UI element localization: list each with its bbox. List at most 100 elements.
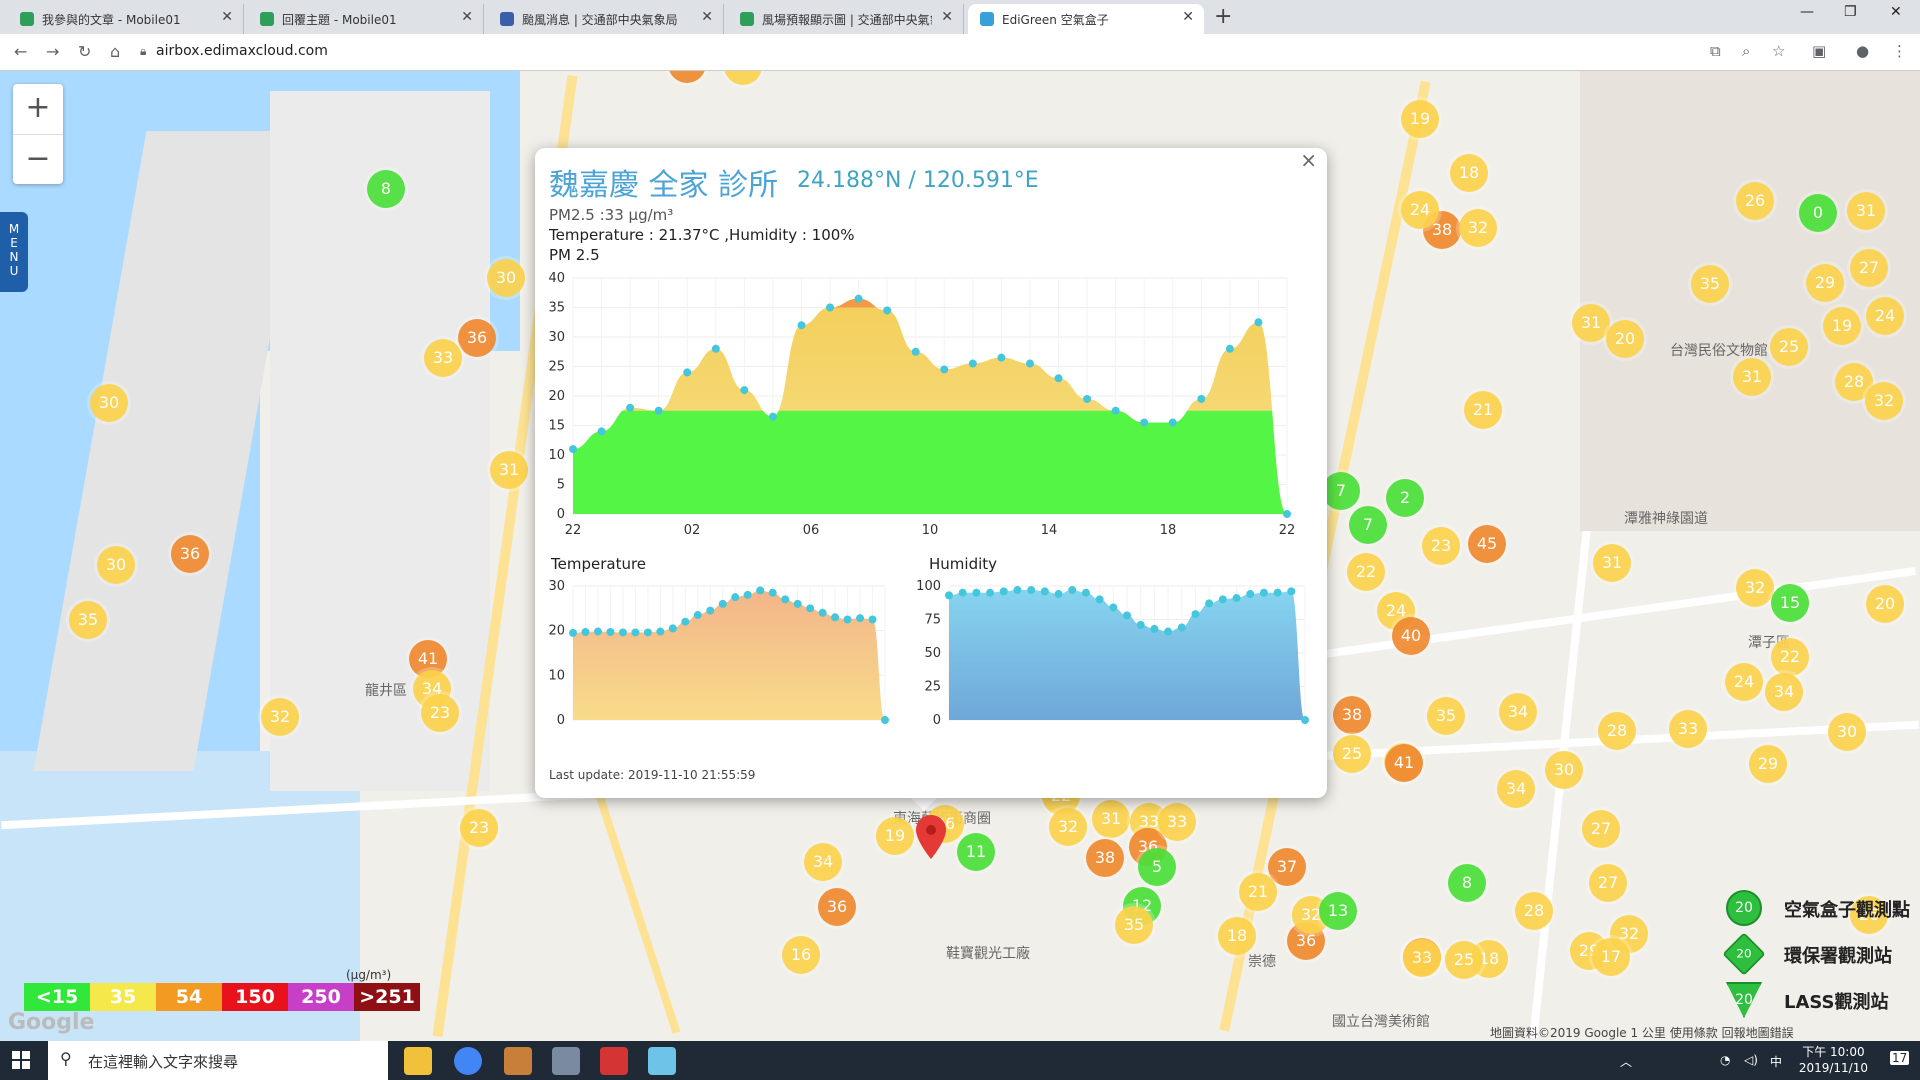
sensor-reading-bubble[interactable]: 47: [668, 71, 706, 83]
sensor-reading-bubble[interactable]: 35: [1427, 697, 1465, 735]
sensor-reading-bubble[interactable]: 35: [69, 601, 107, 639]
sensor-reading-bubble[interactable]: 11: [957, 833, 995, 871]
sensor-reading-bubble[interactable]: 34: [804, 843, 842, 881]
extension-icon[interactable]: ▣: [1812, 42, 1826, 60]
sensor-reading-bubble[interactable]: 36: [458, 319, 496, 357]
sensor-reading-bubble[interactable]: 31: [1092, 800, 1130, 838]
back-icon[interactable]: ←: [14, 42, 27, 61]
sensor-reading-bubble[interactable]: 27: [1850, 249, 1888, 287]
sensor-reading-bubble[interactable]: 32: [1459, 209, 1497, 247]
notifications-badge[interactable]: 17: [1890, 1051, 1910, 1065]
sensor-reading-bubble[interactable]: 34: [1499, 693, 1537, 731]
sensor-reading-bubble[interactable]: 33: [1669, 710, 1707, 748]
sensor-reading-bubble[interactable]: 32: [261, 698, 299, 736]
sensor-reading-bubble[interactable]: 38: [1086, 839, 1124, 877]
tray-chevron-icon[interactable]: ︿: [1620, 1053, 1632, 1070]
sensor-reading-bubble[interactable]: 28: [1598, 712, 1636, 750]
sensor-reading-bubble[interactable]: 40: [1392, 617, 1430, 655]
sensor-reading-bubble[interactable]: 27: [1589, 864, 1627, 902]
sensor-reading-bubble[interactable]: 8: [1448, 864, 1486, 902]
system-clock[interactable]: 下午 10:00 2019/11/10: [1799, 1044, 1868, 1076]
sensor-reading-bubble[interactable]: 24: [1725, 663, 1763, 701]
lock-icon[interactable]: 🔒︎: [140, 44, 146, 59]
browser-tab-5-active[interactable]: EdiGreen 空氣盒子 ✕: [968, 4, 1204, 34]
sensor-reading-bubble[interactable]: 25: [1445, 941, 1483, 979]
app-icon[interactable]: [552, 1047, 580, 1075]
sensor-reading-bubble[interactable]: 30: [97, 546, 135, 584]
sensor-reading-bubble[interactable]: 7: [1322, 472, 1360, 510]
sensor-reading-bubble[interactable]: 28: [724, 71, 762, 85]
chrome-icon[interactable]: [454, 1047, 482, 1075]
sensor-reading-bubble[interactable]: 31: [1572, 304, 1610, 342]
windows-start-icon[interactable]: [12, 1051, 30, 1069]
sensor-reading-bubble[interactable]: 33: [424, 339, 462, 377]
translate-icon[interactable]: ⧉: [1710, 42, 1721, 60]
sensor-reading-bubble[interactable]: 24: [1401, 191, 1439, 229]
sensor-reading-bubble[interactable]: 32: [1049, 808, 1087, 846]
window-close-icon[interactable]: ✕: [1890, 4, 1902, 20]
sensor-reading-bubble[interactable]: 35: [1115, 906, 1153, 944]
file-explorer-icon[interactable]: [404, 1047, 432, 1075]
zoom-in-button[interactable]: +: [13, 84, 63, 135]
sensor-reading-bubble[interactable]: 36: [818, 888, 856, 926]
tab-close-icon[interactable]: ✕: [701, 9, 713, 25]
sensor-reading-bubble[interactable]: 34: [1765, 673, 1803, 711]
sensor-reading-bubble[interactable]: 32: [1865, 382, 1903, 420]
taskbar-search-box[interactable]: ⚲ 在這裡輸入文字來搜尋: [48, 1041, 388, 1080]
sensor-reading-bubble[interactable]: 23: [1422, 527, 1460, 565]
map-pin-icon[interactable]: [916, 815, 946, 859]
sensor-reading-bubble[interactable]: 38: [1333, 696, 1371, 734]
sensor-reading-bubble[interactable]: 5: [1138, 848, 1176, 886]
more-menu-icon[interactable]: ⋮: [1892, 42, 1907, 60]
map-attribution[interactable]: 地圖資料©2019 Google 1 公里 使用條款 回報地圖錯誤: [1490, 1024, 1794, 1041]
url-field[interactable]: airbox.edimaxcloud.com: [156, 43, 328, 59]
sensor-reading-bubble[interactable]: 17: [1592, 938, 1630, 976]
tab-close-icon[interactable]: ✕: [941, 9, 953, 25]
sensor-reading-bubble[interactable]: 30: [1545, 751, 1583, 789]
sensor-reading-bubble[interactable]: 7: [1349, 506, 1387, 544]
sensor-reading-bubble[interactable]: 19: [1823, 307, 1861, 345]
browser-tab-4[interactable]: 風場預報顯示圖 | 交通部中央氣象局 ✕: [728, 4, 964, 34]
bookmark-star-icon[interactable]: ☆: [1772, 42, 1785, 60]
sensor-reading-bubble[interactable]: 15: [1771, 584, 1809, 622]
browser-tab-1[interactable]: 我參與的文章 - Mobile01 ✕: [8, 4, 244, 34]
popup-close-button[interactable]: ×: [1300, 148, 1317, 172]
sensor-reading-bubble[interactable]: 21: [1239, 873, 1277, 911]
minimize-icon[interactable]: —: [1800, 4, 1814, 20]
forward-icon[interactable]: →: [46, 42, 59, 61]
tab-close-icon[interactable]: ✕: [461, 9, 473, 25]
sensor-reading-bubble[interactable]: 41: [1385, 744, 1423, 782]
sensor-reading-bubble[interactable]: 31: [1593, 544, 1631, 582]
account-icon[interactable]: ●: [1856, 42, 1869, 60]
sensor-reading-bubble[interactable]: 23: [460, 809, 498, 847]
browser-tab-2[interactable]: 回覆主題 - Mobile01 ✕: [248, 4, 484, 34]
app-icon[interactable]: [600, 1047, 628, 1075]
sensor-reading-bubble[interactable]: 20: [1606, 320, 1644, 358]
sensor-reading-bubble[interactable]: 35: [1691, 265, 1729, 303]
sensor-reading-bubble[interactable]: 24: [1866, 297, 1904, 335]
app-icon[interactable]: [504, 1047, 532, 1075]
sensor-reading-bubble[interactable]: 31: [1847, 192, 1885, 230]
browser-tab-3[interactable]: 颱風消息 | 交通部中央氣象局 ✕: [488, 4, 724, 34]
app-icon[interactable]: [648, 1047, 676, 1075]
sensor-reading-bubble[interactable]: 22: [1347, 553, 1385, 591]
sensor-reading-bubble[interactable]: 31: [490, 451, 528, 489]
tab-close-icon[interactable]: ✕: [1182, 9, 1194, 25]
sensor-reading-bubble[interactable]: 0: [1799, 194, 1837, 232]
home-icon[interactable]: ⌂: [110, 42, 120, 61]
sensor-reading-bubble[interactable]: 30: [487, 259, 525, 297]
sensor-reading-bubble[interactable]: 30: [90, 384, 128, 422]
sensor-reading-bubble[interactable]: 16: [782, 936, 820, 974]
sensor-reading-bubble[interactable]: 21: [1464, 391, 1502, 429]
sensor-reading-bubble[interactable]: 30: [1828, 713, 1866, 751]
network-icon[interactable]: ◔: [1720, 1053, 1730, 1067]
new-tab-button[interactable]: +: [1214, 4, 1232, 29]
sensor-reading-bubble[interactable]: 18: [1450, 154, 1488, 192]
zoom-icon[interactable]: ⌕: [1742, 42, 1750, 60]
restore-icon[interactable]: ❐: [1844, 4, 1857, 20]
sensor-reading-bubble[interactable]: 26: [1736, 182, 1774, 220]
reload-icon[interactable]: ↻: [78, 42, 91, 61]
sensor-reading-bubble[interactable]: 25: [1333, 735, 1371, 773]
sensor-reading-bubble[interactable]: 36: [171, 535, 209, 573]
sensor-reading-bubble[interactable]: 19: [1401, 100, 1439, 138]
